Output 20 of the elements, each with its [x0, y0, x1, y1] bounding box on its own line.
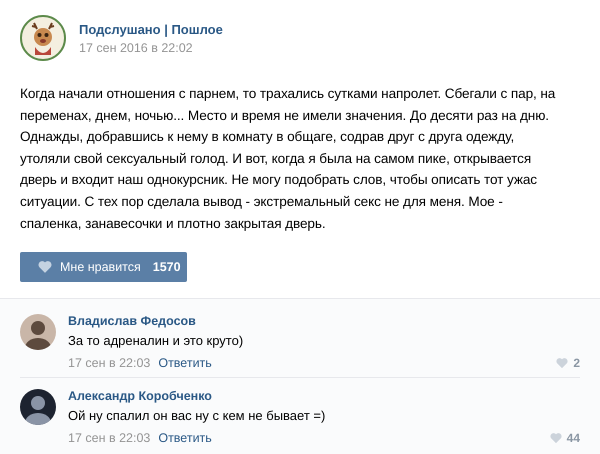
post-text: Когда начали отношения с парнем, то трахались сутками напролет. Сбегали с пар, на переменах, днем, ночью... Место и время не имели значения. До десяти раз на дню. Однажды, добравшись к нему в комнату в общаге, содрав друг с друга одежду, утоляли свой сексуальный голод. И вот, когда я была на самом пике, открывается дверь и входит наш однокурсник. Не могу подобрать слов, чтобы описать тот ужас ситуации. С тех пор сделала вывод - экстремальный секс не для меня. Мое - спаленка, занавесочки и плотно закрытая дверь.: [20, 85, 556, 233]
heart-icon: [556, 358, 568, 368]
post-date: 17 сен 2016 в 22:02: [79, 40, 194, 54]
comment-date: 17 сен в 22:03: [68, 356, 150, 370]
comment-text: За то адреналин и это круто): [68, 333, 244, 348]
like-count: 2: [573, 356, 580, 370]
user-avatar: [20, 389, 56, 426]
reply-link[interactable]: Ответить: [158, 356, 212, 370]
deer-avatar: [20, 15, 66, 61]
like-count: 44: [566, 431, 580, 446]
comment-date: 17 сен в 22:03: [68, 431, 150, 446]
heart-icon: [38, 261, 52, 274]
community-name[interactable]: Подслушано | Пошлое: [79, 22, 223, 36]
heart-icon: [550, 433, 562, 444]
reply-link[interactable]: Ответить: [158, 431, 212, 446]
comment-text: Ой ну спалил он вас ну с кем не бывает =): [68, 408, 326, 424]
like-button[interactable]: Мне нравится 1570: [20, 252, 187, 282]
commenter-name[interactable]: Александр Коробченко: [68, 389, 580, 404]
commenter-name[interactable]: Владислав Федосов: [68, 314, 580, 328]
user-avatar: [20, 314, 56, 350]
